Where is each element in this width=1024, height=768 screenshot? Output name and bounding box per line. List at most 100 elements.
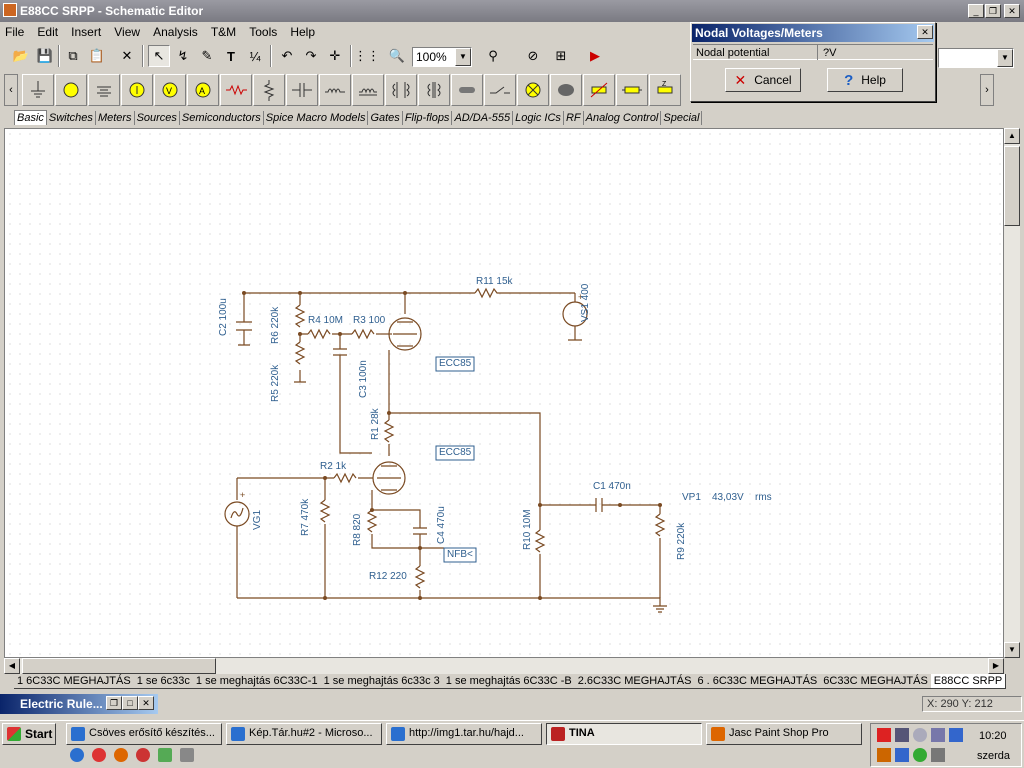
copy-icon[interactable]: ⧉ — [62, 45, 84, 67]
menu-edit[interactable]: Edit — [32, 22, 63, 39]
transformer-core-icon[interactable] — [418, 74, 450, 106]
scroll-right-icon[interactable]: ▶ — [988, 658, 1004, 674]
close-button[interactable]: ✕ — [1004, 4, 1020, 18]
app-icon[interactable] — [136, 748, 150, 762]
tray-icon[interactable] — [913, 728, 927, 742]
delete-icon[interactable]: ✕ — [116, 45, 138, 67]
zoom-select[interactable]: 100% ▼ — [412, 47, 472, 67]
wire-tool-icon[interactable]: ↯ — [172, 45, 194, 67]
tray-icon[interactable] — [949, 728, 963, 742]
sheet-tab[interactable]: 6 . 6C33C MEGHAJTÁS — [694, 674, 822, 689]
relay-icon[interactable] — [451, 74, 483, 106]
tab-meters[interactable]: Meters — [96, 111, 135, 125]
app-icon[interactable] — [92, 748, 106, 762]
ie-icon[interactable] — [70, 748, 84, 762]
sheet-tab[interactable]: 1 6C33C MEGHAJTÁS — [14, 674, 135, 689]
menu-view[interactable]: View — [109, 22, 145, 39]
thermistor-icon[interactable] — [616, 74, 648, 106]
undo-icon[interactable]: ↶ — [276, 45, 298, 67]
horizontal-scrollbar[interactable]: ◀ ▶ — [4, 658, 1004, 674]
menu-help[interactable]: Help — [285, 22, 320, 39]
menu-insert[interactable]: Insert — [66, 22, 106, 39]
sheet-tab[interactable]: 1 se meghajtás 6c33c 3 — [320, 674, 444, 689]
sheet-tab-active[interactable]: E88CC SRPP — [930, 674, 1007, 689]
tray-icon[interactable] — [877, 748, 891, 762]
switch-icon[interactable] — [484, 74, 516, 106]
dialog-close-icon[interactable]: ✕ — [917, 25, 933, 39]
paste-icon[interactable]: 📋 — [86, 45, 108, 67]
coil-icon[interactable] — [352, 74, 384, 106]
voltmeter-icon[interactable]: V — [154, 74, 186, 106]
sheet-tab[interactable]: 6C33C MEGHAJTÁS — [820, 674, 932, 689]
minimized-window[interactable]: Electric Rule... ❐ □ ✕ — [0, 694, 158, 714]
tray-icon[interactable] — [931, 728, 945, 742]
tab-semiconductors[interactable]: Semiconductors — [180, 111, 264, 125]
tab-gates[interactable]: Gates — [368, 111, 403, 125]
task-button[interactable]: Jasc Paint Shop Pro — [706, 723, 862, 745]
sheet-tab[interactable]: 1 se meghajtás 6C33C-1 — [192, 674, 322, 689]
maximize-button[interactable]: ❐ — [985, 4, 1001, 18]
tray-icon[interactable] — [895, 748, 909, 762]
task-button[interactable]: Kép.Tár.hu#2 - Microso... — [226, 723, 382, 745]
menu-tm[interactable]: T&M — [206, 22, 241, 39]
vertical-scroll-thumb[interactable] — [1004, 146, 1020, 226]
tab-switches[interactable]: Switches — [47, 111, 96, 125]
scroll-left-icon[interactable]: ◀ — [4, 658, 20, 674]
maximize-icon[interactable]: □ — [122, 696, 138, 710]
restore-icon[interactable]: ❐ — [106, 696, 122, 710]
ground-icon[interactable] — [22, 74, 54, 106]
horizontal-scroll-thumb[interactable] — [22, 658, 216, 674]
text-tool-icon[interactable]: T — [220, 45, 242, 67]
help-button[interactable]: ? Help — [827, 68, 903, 92]
start-button[interactable]: Start — [2, 723, 56, 745]
task-button[interactable]: Csöves erősítő készítés... — [66, 723, 222, 745]
battery-icon[interactable] — [88, 74, 120, 106]
varistor-icon[interactable] — [583, 74, 615, 106]
tray-icon[interactable] — [895, 728, 909, 742]
save-icon[interactable]: 💾 — [34, 45, 56, 67]
current-source-icon[interactable] — [121, 74, 153, 106]
scroll-down-icon[interactable]: ▼ — [1004, 642, 1020, 658]
tray-icon[interactable] — [931, 748, 945, 762]
tab-rf[interactable]: RF — [564, 111, 584, 125]
schematic-canvas[interactable] — [4, 128, 1004, 658]
sheet-tab[interactable]: 2.6C33C MEGHAJTÁS — [574, 674, 696, 689]
app-icon[interactable] — [180, 748, 194, 762]
menu-file[interactable]: File — [0, 22, 29, 39]
resistor-value-icon[interactable]: ⊞ — [550, 45, 572, 67]
task-button-active[interactable]: TINA — [546, 723, 702, 745]
transformer-icon[interactable] — [385, 74, 417, 106]
lamp-icon[interactable] — [517, 74, 549, 106]
app-icon[interactable] — [158, 748, 172, 762]
capacitor-icon[interactable] — [286, 74, 318, 106]
fuse-icon[interactable] — [550, 74, 582, 106]
select-arrow-icon[interactable]: ↖ — [148, 45, 170, 67]
app-icon[interactable] — [114, 748, 128, 762]
zoom-icon[interactable]: 🔍 — [386, 45, 408, 67]
palette-scroll-right[interactable]: › — [980, 74, 994, 106]
tab-sources[interactable]: Sources — [135, 111, 180, 125]
palette-scroll-left[interactable]: ‹ — [4, 74, 18, 106]
voltage-source-icon[interactable] — [55, 74, 87, 106]
resistor-icon[interactable] — [220, 74, 252, 106]
tray-icon[interactable] — [913, 748, 927, 762]
dc-analysis-icon[interactable]: ⚲ — [482, 45, 504, 67]
grid-icon[interactable]: ⋮⋮ — [354, 45, 380, 67]
redo-icon[interactable]: ↷ — [300, 45, 322, 67]
label-tool-icon[interactable]: ¼ — [244, 45, 266, 67]
run-arrow-icon[interactable]: ▶ — [584, 45, 606, 67]
menu-analysis[interactable]: Analysis — [148, 22, 203, 39]
pencil-icon[interactable]: ✎ — [196, 45, 218, 67]
tab-spice-macro-models[interactable]: Spice Macro Models — [264, 111, 369, 125]
tab-logic-ics[interactable]: Logic ICs — [513, 111, 564, 125]
close-icon[interactable]: ✕ — [138, 696, 154, 710]
sheet-tab[interactable]: 1 se 6c33c — [133, 674, 194, 689]
toolbar-select[interactable]: ▼ — [938, 48, 1014, 68]
task-button[interactable]: http://img1.tar.hu/hajd... — [386, 723, 542, 745]
probe-icon[interactable]: ⊘ — [522, 45, 544, 67]
menu-tools[interactable]: Tools — [244, 22, 282, 39]
tab-ad-da-555[interactable]: AD/DA-555 — [452, 111, 514, 125]
tab-analog-control[interactable]: Analog Control — [584, 111, 662, 125]
impedance-icon[interactable]: Z — [649, 74, 681, 106]
scroll-up-icon[interactable]: ▲ — [1004, 128, 1020, 144]
